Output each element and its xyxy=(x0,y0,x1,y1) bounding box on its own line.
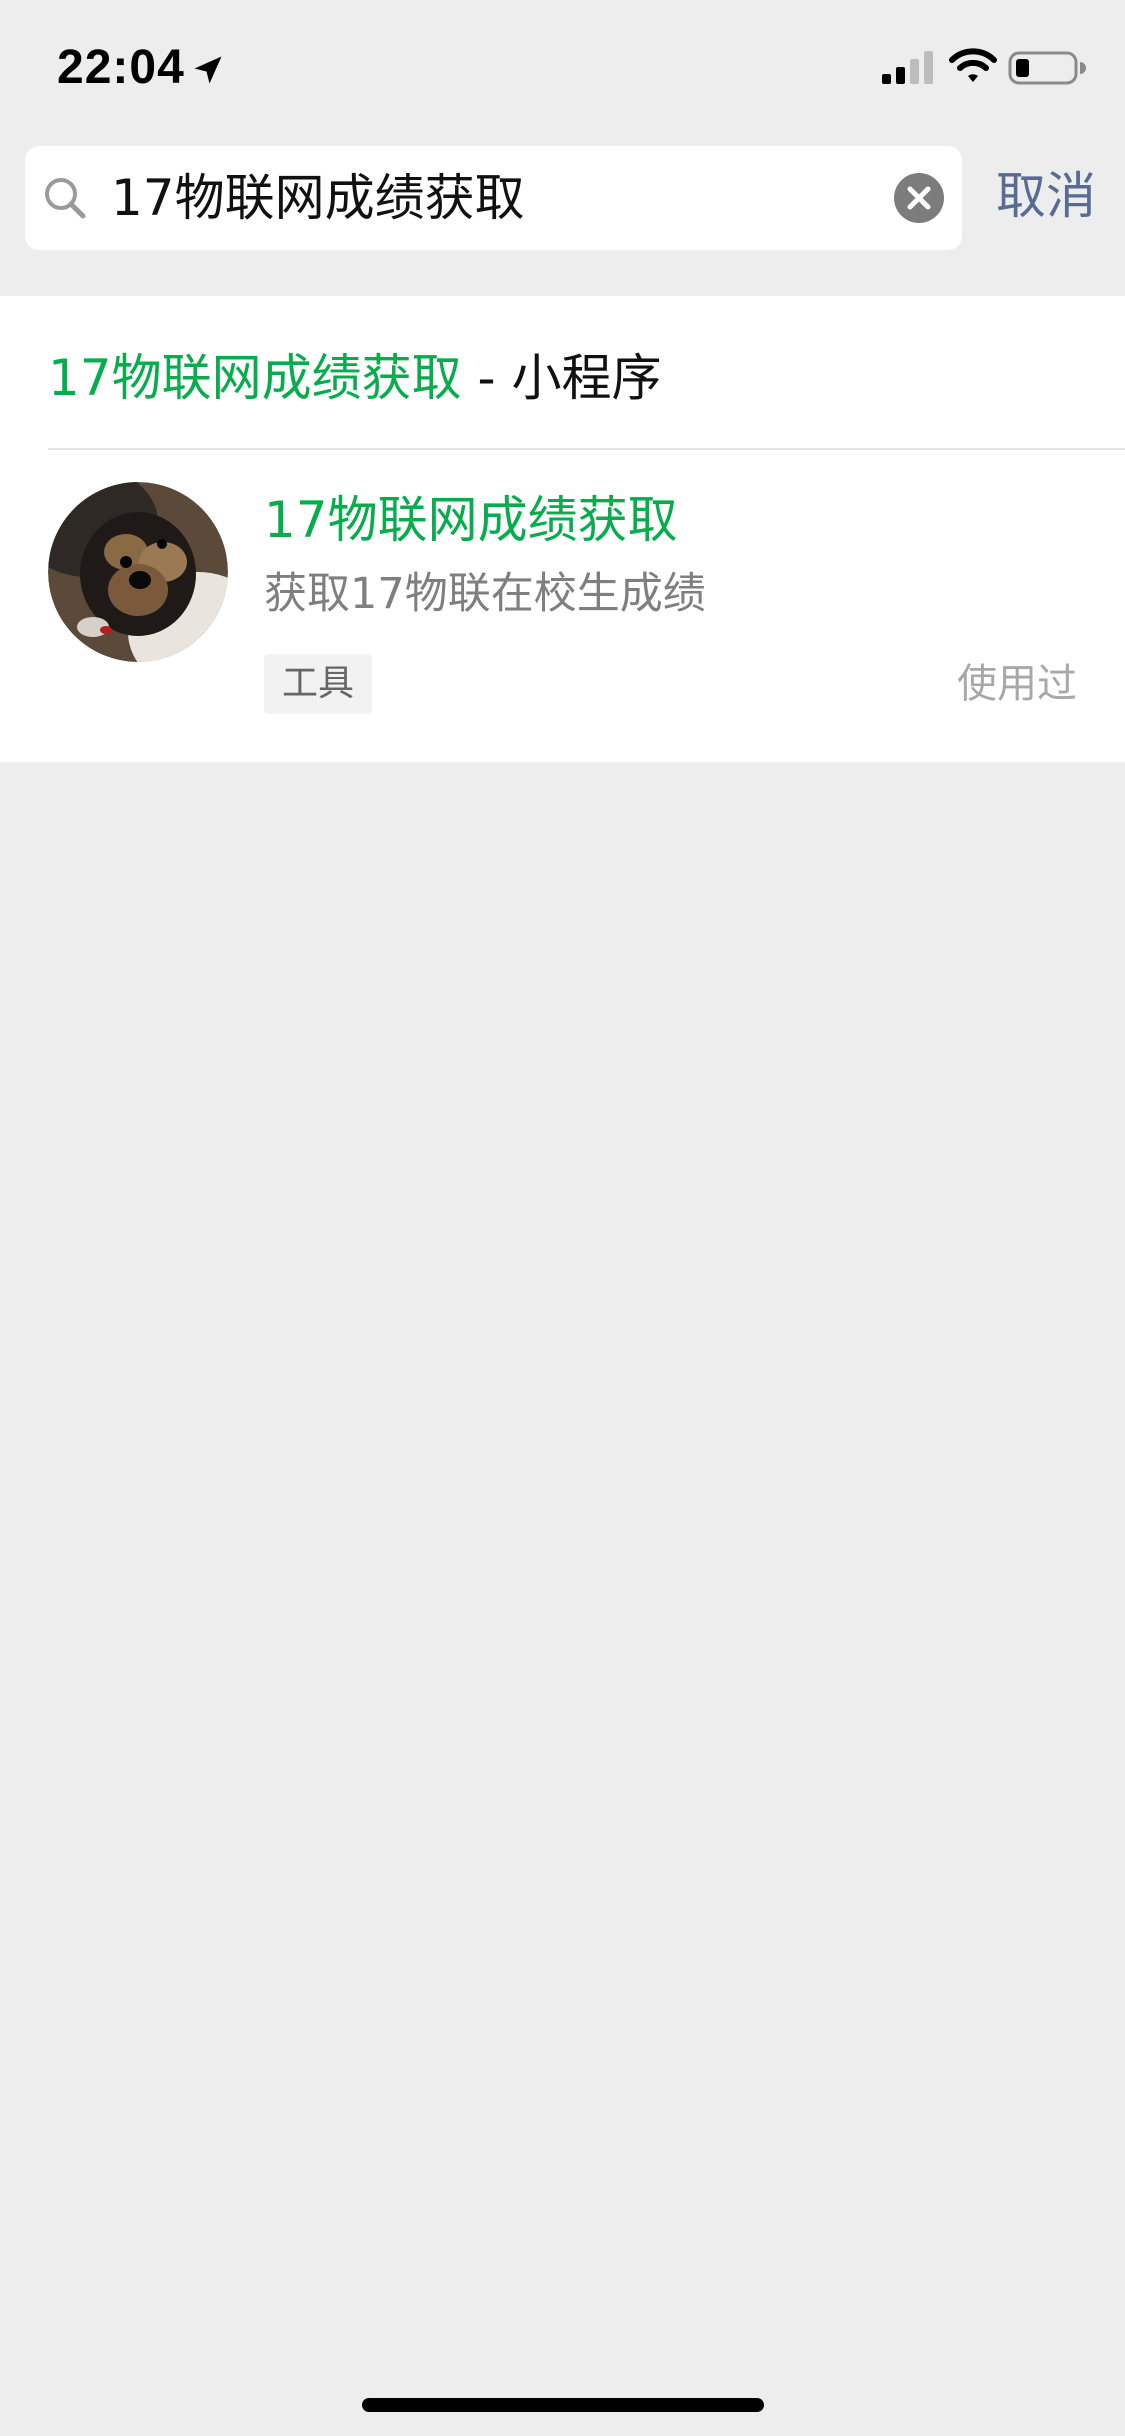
section-header-suffix: - 小程序 xyxy=(461,349,662,407)
battery-icon xyxy=(1008,51,1086,85)
mini-program-result-item[interactable]: 17物联网成绩获取 获取17物联在校生成绩 工具 使用过 xyxy=(0,450,1125,762)
used-status-label: 使用过 xyxy=(957,661,1077,707)
category-tag: 工具 xyxy=(264,654,373,714)
result-description: 获取17物联在校生成绩 xyxy=(264,569,706,619)
clear-icon[interactable] xyxy=(893,172,945,224)
search-icon xyxy=(45,178,86,219)
status-bar: 22:04 xyxy=(0,0,1125,140)
section-header[interactable]: 17物联网成绩获取 - 小程序 xyxy=(48,348,661,408)
search-input[interactable]: 17物联网成绩获取 xyxy=(25,146,962,250)
result-title: 17物联网成绩获取 xyxy=(264,491,678,549)
avatar xyxy=(48,482,228,662)
cancel-button[interactable]: 取消 xyxy=(996,166,1096,226)
cellular-signal-icon xyxy=(882,51,933,84)
screen: 22:04 17物联网成绩获取 取消 17物联网成绩获取 - 小程序 17物联网… xyxy=(0,0,1125,2436)
location-arrow-icon xyxy=(194,56,222,84)
wifi-icon xyxy=(949,48,997,82)
status-time: 22:04 xyxy=(57,41,185,94)
section-header-highlight: 17物联网成绩获取 xyxy=(48,349,462,407)
home-indicator[interactable] xyxy=(362,2398,764,2412)
results-panel: 17物联网成绩获取 - 小程序 17物联网成绩获取 获取17物联在校生成绩 工具… xyxy=(0,296,1125,762)
search-query-text[interactable]: 17物联网成绩获取 xyxy=(111,168,525,228)
